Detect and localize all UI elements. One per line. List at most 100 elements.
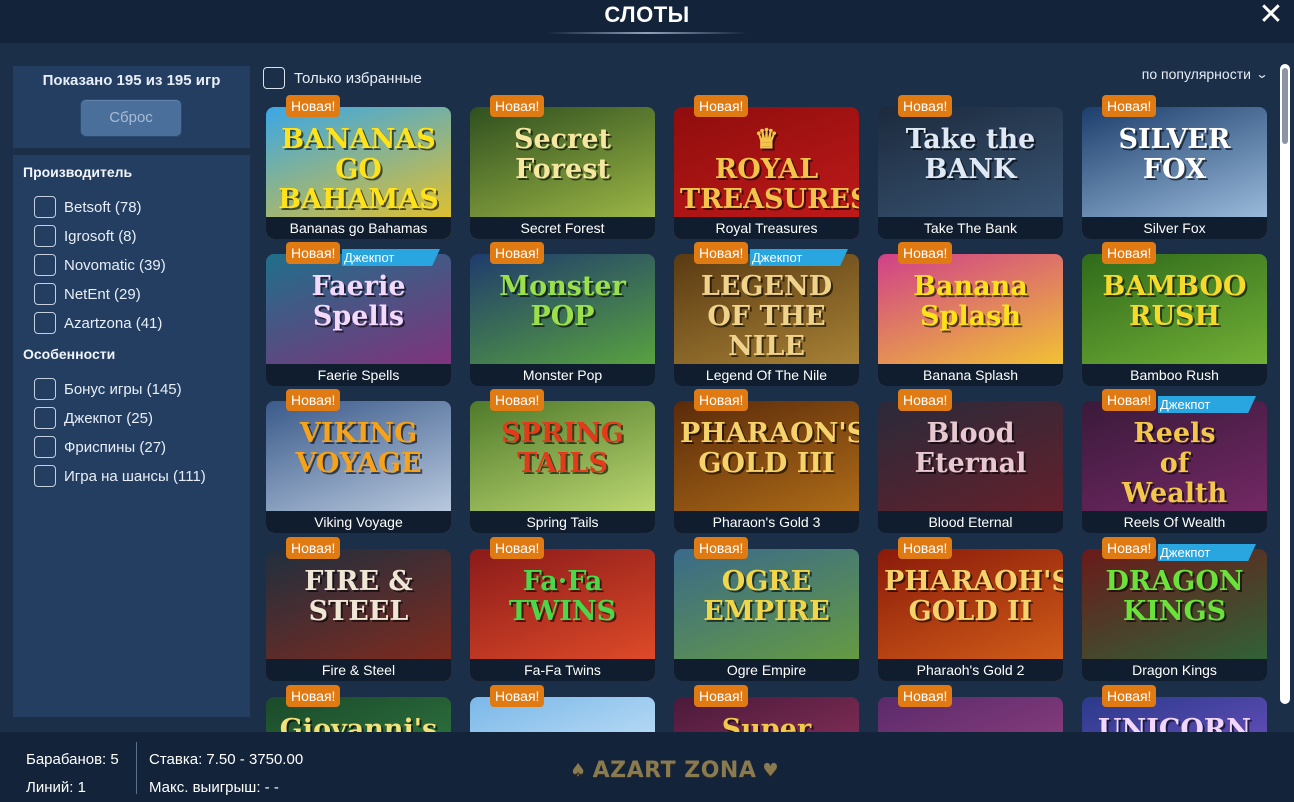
game-card[interactable]: Monster POP Monster Pop Новая! — [470, 242, 655, 386]
game-card[interactable]: DRAGON KINGS Dragon Kings Джекпот Новая! — [1082, 537, 1267, 681]
jackpot-badge: Джекпот — [750, 249, 848, 266]
game-card[interactable]: ♛ ROYAL TREASURES Royal Treasures Новая! — [674, 95, 859, 239]
filters-summary: Показано 195 из 195 игр Сброс — [13, 66, 250, 148]
checkbox[interactable] — [34, 465, 56, 487]
favorites-label: Только избранные — [294, 69, 422, 87]
game-card[interactable]: Take the BANK Take The Bank Новая! — [878, 95, 1063, 239]
game-card[interactable]: SPRING TAILS Spring Tails Новая! — [470, 389, 655, 533]
favorites-checkbox[interactable] — [263, 67, 285, 89]
game-title: Bamboo Rush — [1082, 364, 1267, 386]
filter-feature-gamble[interactable]: Игра на шансы (111) — [34, 464, 206, 488]
footer-divider — [136, 742, 137, 794]
filter-feature-jackpot[interactable]: Джекпот (25) — [34, 406, 153, 430]
game-thumbnail[interactable]: LEGEND OF THE NILE Legend Of The Nile — [674, 254, 859, 386]
game-card[interactable]: Новая! — [470, 685, 655, 732]
filter-label: Novomatic (39) — [64, 256, 166, 274]
checkbox[interactable] — [34, 312, 56, 334]
filter-provider-netent[interactable]: NetEnt (29) — [34, 282, 141, 306]
game-thumbnail[interactable]: OGRE EMPIRE Ogre Empire — [674, 549, 859, 681]
filter-label: Фриспины (27) — [64, 438, 167, 456]
game-logo: BAMBOO RUSH — [1102, 271, 1247, 332]
filter-feature-freespins[interactable]: Фриспины (27) — [34, 435, 166, 459]
filter-provider-novomatic[interactable]: Novomatic (39) — [34, 253, 166, 277]
game-thumbnail[interactable]: SPRING TAILS Spring Tails — [470, 401, 655, 533]
new-badge: Новая! — [898, 242, 953, 264]
game-logo: DRAGON KINGS — [1105, 566, 1244, 627]
sort-dropdown[interactable]: по популярности ⌄ — [1142, 66, 1269, 82]
scrollbar[interactable] — [1280, 64, 1290, 704]
reset-button[interactable]: Сброс — [80, 99, 182, 137]
game-logo: SILVER FOX — [1118, 124, 1231, 185]
game-card[interactable]: PHARAON'S GOLD III Pharaon's Gold 3 Новая! — [674, 389, 859, 533]
game-card[interactable]: Reels of Wealth Reels Of Wealth Джекпот Нов… — [1082, 389, 1267, 533]
game-title: Ogre Empire — [674, 659, 859, 681]
game-thumbnail[interactable]: PHARAON'S GOLD III Pharaon's Gold 3 — [674, 401, 859, 533]
game-title: Banana Splash — [878, 364, 1063, 386]
game-card[interactable]: Giovanni's Gems Новая! — [266, 685, 451, 733]
game-card[interactable]: VIKING VOYAGE Viking Voyage Новая! — [266, 389, 451, 533]
game-card[interactable]: Blood Eternal Blood Eternal Новая! — [878, 389, 1063, 533]
game-thumbnail[interactable]: Blood Eternal Blood Eternal — [878, 401, 1063, 533]
game-card[interactable]: Новая! — [878, 685, 1063, 732]
game-logo: Giovanni's Gems — [279, 714, 438, 733]
new-badge: Новая! — [694, 95, 749, 117]
new-badge: Новая! — [1102, 242, 1157, 264]
checkbox[interactable] — [34, 225, 56, 247]
page-title: СЛОТЫ — [604, 2, 690, 27]
game-thumbnail[interactable]: ♛ ROYAL TREASURES Royal Treasures — [674, 107, 859, 239]
new-badge: Новая! — [1102, 95, 1157, 117]
game-card[interactable]: LEGEND OF THE NILE Legend Of The Nile Джек… — [674, 242, 859, 386]
game-thumbnail[interactable]: Reels of Wealth Reels Of Wealth — [1082, 401, 1267, 533]
game-card[interactable]: FIRE & STEEL Fire & Steel Новая! — [266, 537, 451, 681]
checkbox[interactable] — [34, 254, 56, 276]
game-thumbnail[interactable]: Take the BANK Take The Bank — [878, 107, 1063, 239]
title-underline — [547, 32, 747, 34]
game-thumbnail[interactable]: FIRE & STEEL Fire & Steel — [266, 549, 451, 681]
scrollbar-thumb[interactable] — [1282, 68, 1288, 144]
checkbox[interactable] — [34, 436, 56, 458]
filter-provider-azartzona[interactable]: Azartzona (41) — [34, 311, 162, 335]
game-card[interactable]: BANANAS GO BAHAMAS Bananas go Bahamas Нова… — [266, 95, 451, 239]
game-card[interactable]: OGRE EMPIRE Ogre Empire Новая! — [674, 537, 859, 681]
filter-provider-igrosoft[interactable]: Igrosoft (8) — [34, 224, 137, 248]
game-thumbnail[interactable]: Fa·Fa TWINS Fa-Fa Twins — [470, 549, 655, 681]
checkbox[interactable] — [34, 196, 56, 218]
game-thumbnail[interactable]: PHARAOH'S GOLD II Pharaoh's Gold 2 — [878, 549, 1063, 681]
game-thumbnail[interactable]: VIKING VOYAGE Viking Voyage — [266, 401, 451, 533]
game-card[interactable]: BAMBOO RUSH Bamboo Rush Новая! — [1082, 242, 1267, 386]
game-thumbnail[interactable]: Monster POP Monster Pop — [470, 254, 655, 386]
game-thumbnail[interactable]: Faerie Spells Faerie Spells — [266, 254, 451, 386]
new-badge: Новая! — [286, 95, 341, 117]
game-thumbnail[interactable]: Secret Forest Secret Forest — [470, 107, 655, 239]
spade-icon: ♠ — [570, 760, 587, 781]
close-icon[interactable]: ✕ — [1258, 0, 1284, 30]
game-thumbnail[interactable]: Banana Splash Banana Splash — [878, 254, 1063, 386]
new-badge: Новая! — [1102, 685, 1157, 707]
checkbox[interactable] — [34, 378, 56, 400]
game-thumbnail[interactable]: BAMBOO RUSH Bamboo Rush — [1082, 254, 1267, 386]
reels-info: Барабанов: 5 — [26, 751, 119, 768]
game-card[interactable]: SILVER FOX Silver Fox Новая! — [1082, 95, 1267, 239]
game-thumbnail[interactable]: BANANAS GO BAHAMAS Bananas go Bahamas — [266, 107, 451, 239]
checkbox[interactable] — [34, 283, 56, 305]
checkbox[interactable] — [34, 407, 56, 429]
filter-provider-betsoft[interactable]: Betsoft (78) — [34, 195, 142, 219]
game-card[interactable]: Faerie Spells Faerie Spells Джекпот Новая! — [266, 242, 451, 386]
game-card[interactable]: Fa·Fa TWINS Fa-Fa Twins Новая! — [470, 537, 655, 681]
game-card[interactable]: UNICORN Новая! — [1082, 685, 1267, 732]
game-thumbnail[interactable]: SILVER FOX Silver Fox — [1082, 107, 1267, 239]
game-card[interactable]: Super Новая! — [674, 685, 859, 732]
new-badge: Новая! — [898, 685, 953, 707]
game-thumbnail[interactable]: DRAGON KINGS Dragon Kings — [1082, 549, 1267, 681]
game-logo: Monster POP — [499, 271, 626, 332]
game-logo: OGRE EMPIRE — [703, 566, 830, 627]
games-grid: BANANAS GO BAHAMAS Bananas go Bahamas Нова… — [262, 94, 1274, 732]
game-card[interactable]: PHARAOH'S GOLD II Pharaoh's Gold 2 Новая! — [878, 537, 1063, 681]
filter-feature-bonus[interactable]: Бонус игры (145) — [34, 377, 182, 401]
game-card[interactable]: Secret Forest Secret Forest Новая! — [470, 95, 655, 239]
game-title: Royal Treasures — [674, 217, 859, 239]
new-badge: Новая! — [694, 685, 749, 707]
favorites-toggle[interactable]: Только избранные — [263, 66, 422, 90]
game-title: Legend Of The Nile — [674, 364, 859, 386]
game-card[interactable]: Banana Splash Banana Splash Новая! — [878, 242, 1063, 386]
